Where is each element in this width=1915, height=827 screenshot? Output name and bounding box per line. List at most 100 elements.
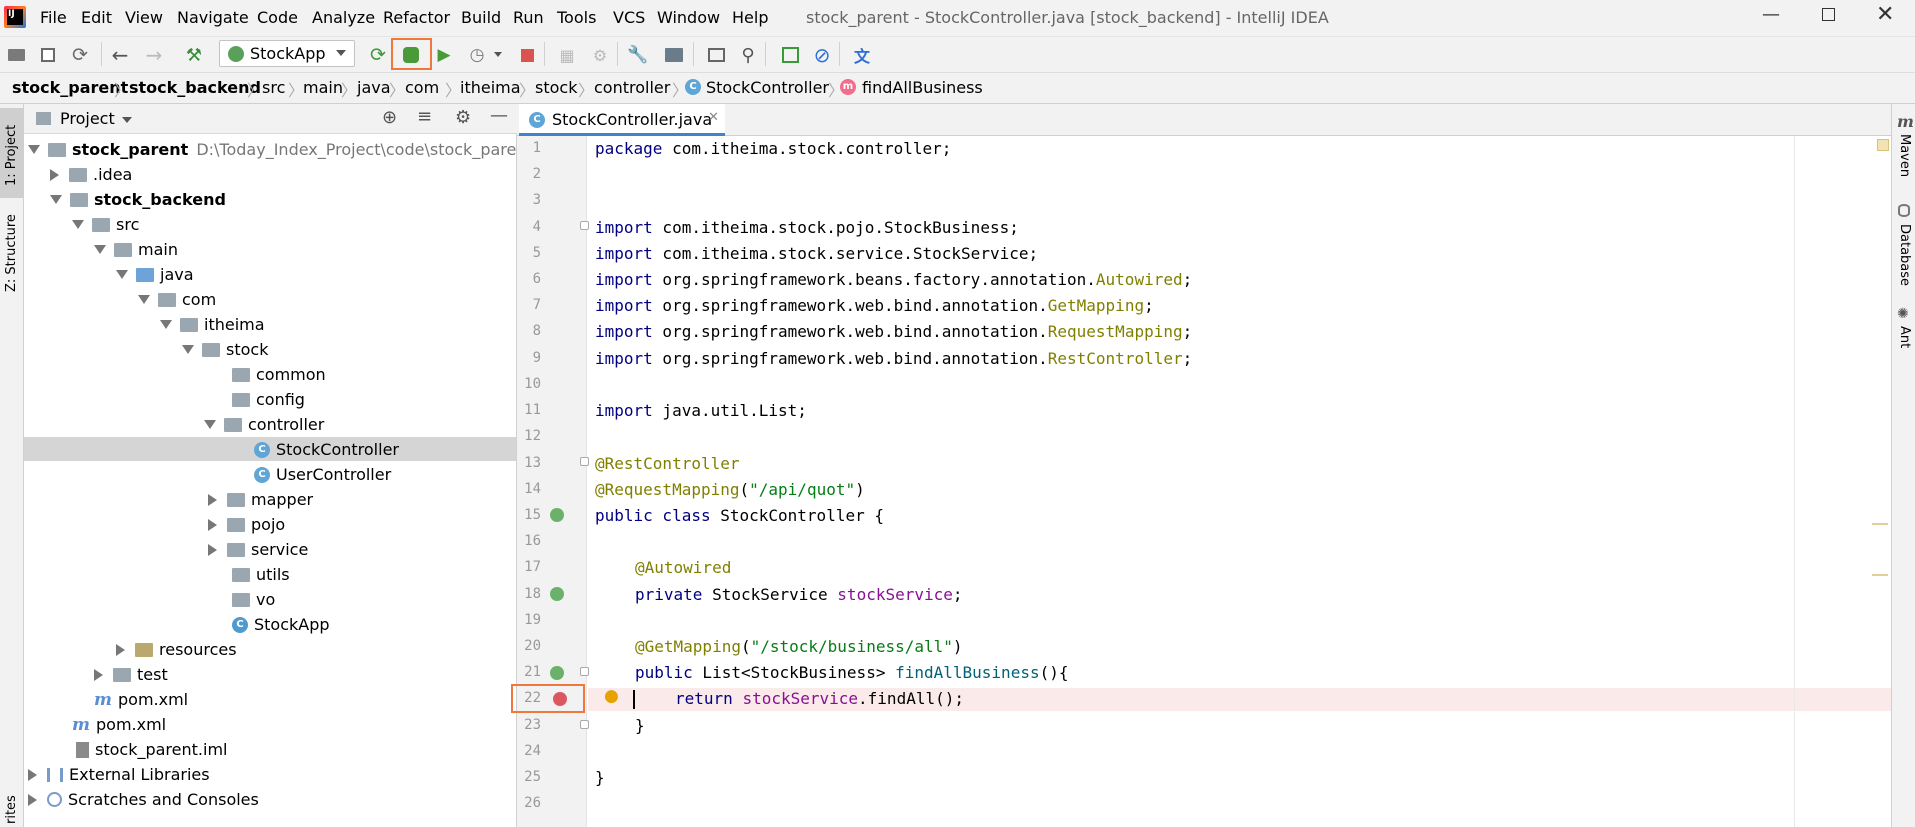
power-save-icon[interactable]: ⊘ <box>811 43 833 67</box>
tree-item-src[interactable]: src <box>72 212 139 237</box>
profile-dropdown-icon[interactable] <box>494 52 502 57</box>
run-config-selector[interactable]: StockApp <box>219 40 355 67</box>
debug-bug-icon[interactable] <box>400 44 422 66</box>
menu-navigate[interactable]: Navigate <box>177 8 249 27</box>
spring-bean-gutter-icon[interactable] <box>550 508 564 522</box>
menu-edit[interactable]: Edit <box>81 8 112 27</box>
menu-code[interactable]: Code <box>257 8 298 27</box>
back-arrow-icon[interactable]: ← <box>109 43 131 67</box>
tree-item-pom-backend[interactable]: m pom.xml <box>94 687 188 712</box>
tree-item-iml[interactable]: stock_parent.iml <box>76 737 227 762</box>
close-icon[interactable]: ✕ <box>1876 2 1894 27</box>
tree-item-itheima[interactable]: itheima <box>160 312 265 337</box>
menu-tools[interactable]: Tools <box>557 8 596 27</box>
code-line-5[interactable]: import com.itheima.stock.service.StockSe… <box>595 244 1038 266</box>
fold-icon[interactable] <box>580 667 589 676</box>
terminal-window-icon[interactable] <box>705 44 727 66</box>
code-line-18[interactable]: private StockService stockService; <box>635 585 963 607</box>
attach-icon[interactable]: ▦ <box>556 44 578 66</box>
build-hammer-icon[interactable]: ⚒ <box>183 44 205 66</box>
code-line-7[interactable]: import org.springframework.web.bind.anno… <box>595 296 1154 318</box>
project-panel-title[interactable]: Project <box>60 109 115 128</box>
menu-vcs[interactable]: VCS <box>613 8 645 27</box>
breadcrumb-item[interactable]: stock_parent <box>12 78 128 97</box>
tree-item-pom-parent[interactable]: m pom.xml <box>72 712 166 737</box>
tree-item-stockapp[interactable]: C StockApp <box>232 612 330 637</box>
activity-monitor-icon[interactable] <box>779 44 801 66</box>
breadcrumb-item[interactable]: StockController <box>706 78 829 97</box>
spring-bean-gutter-icon[interactable] <box>550 587 564 601</box>
tree-item-main[interactable]: main <box>94 237 178 262</box>
ant-tool-label[interactable]: Ant <box>1897 326 1912 348</box>
tree-item-common[interactable]: common <box>232 362 326 387</box>
tree-item-utils[interactable]: utils <box>232 562 290 587</box>
code-line-14[interactable]: @RequestMapping("/api/quot") <box>595 480 865 502</box>
ant-icon[interactable]: ✺ <box>1897 306 1909 322</box>
tree-item-config[interactable]: config <box>232 387 305 412</box>
tree-item-idea[interactable]: .idea <box>50 162 132 187</box>
code-line-23[interactable]: } <box>635 716 645 738</box>
favorites-tool-label[interactable]: rites <box>4 795 19 824</box>
menu-analyze[interactable]: Analyze <box>312 8 375 27</box>
breadcrumb-item[interactable]: com <box>405 78 439 97</box>
tree-item-usercontroller[interactable]: C UserController <box>254 462 391 487</box>
tree-item-resources[interactable]: resources <box>116 637 237 662</box>
tree-item-stock-parent[interactable]: stock_parent D:\Today_Index_Project\code… <box>28 137 533 162</box>
restore-icon[interactable] <box>1822 8 1835 21</box>
editor-tab-stockcontroller[interactable]: C StockController.java ✕ <box>519 104 725 136</box>
collapse-all-icon[interactable]: ≡ <box>417 106 432 127</box>
code-line-4[interactable]: import com.itheima.stock.pojo.StockBusin… <box>595 218 1019 240</box>
fold-icon[interactable] <box>580 720 589 729</box>
rerun-icon[interactable]: ⟳ <box>367 44 389 66</box>
forward-arrow-icon[interactable]: → <box>143 43 165 67</box>
breadcrumb-item[interactable]: main <box>303 78 343 97</box>
fold-icon[interactable] <box>580 221 589 230</box>
code-line-15[interactable]: public class StockController { <box>595 506 884 528</box>
code-line-1[interactable]: package com.itheima.stock.controller; <box>595 139 951 161</box>
code-line-25[interactable]: } <box>595 768 605 790</box>
tree-item-scratches[interactable]: Scratches and Consoles <box>28 787 259 812</box>
tree-item-com[interactable]: com <box>138 287 216 312</box>
project-tool-label[interactable]: 1: Project <box>4 125 19 186</box>
breadcrumb-item[interactable]: stock_backend <box>129 78 261 97</box>
tree-item-test[interactable]: test <box>94 662 168 687</box>
app-logo-icon[interactable]: IJ <box>4 6 26 28</box>
tree-item-external-libraries[interactable]: External Libraries <box>28 762 210 787</box>
inspection-status-icon[interactable] <box>1877 139 1889 151</box>
translate-icon[interactable]: 文 <box>851 44 873 66</box>
sync-icon[interactable]: ⟳ <box>69 44 91 66</box>
structure-tool-label[interactable]: Z: Structure <box>4 214 19 292</box>
breadcrumb-item[interactable]: stock <box>535 78 577 97</box>
breadcrumb-item[interactable]: findAllBusiness <box>862 78 983 97</box>
tree-item-service[interactable]: service <box>208 537 308 562</box>
code-line-21[interactable]: public List<StockBusiness> findAllBusine… <box>635 663 1069 685</box>
save-icon[interactable] <box>37 44 59 66</box>
tree-item-mapper[interactable]: mapper <box>208 487 313 512</box>
database-tool-label[interactable]: Database <box>1897 224 1912 286</box>
maven-icon[interactable]: m <box>1897 112 1914 131</box>
tree-item-pojo[interactable]: pojo <box>208 512 285 537</box>
menu-file[interactable]: File <box>40 8 67 27</box>
settings-wrench-icon[interactable]: 🔧 <box>627 44 649 66</box>
menu-refactor[interactable]: Refactor <box>383 8 450 27</box>
code-line-9[interactable]: import org.springframework.web.bind.anno… <box>595 349 1192 371</box>
spring-endpoint-gutter-icon[interactable] <box>550 666 564 680</box>
code-line-6[interactable]: import org.springframework.beans.factory… <box>595 270 1192 292</box>
breakpoint-icon[interactable] <box>553 692 567 706</box>
run-with-coverage-icon[interactable]: ▶ <box>433 44 455 66</box>
tree-item-controller[interactable]: controller <box>204 412 324 437</box>
tree-item-stockcontroller[interactable]: C StockController <box>254 437 399 462</box>
code-line-11[interactable]: import java.util.List; <box>595 401 807 423</box>
locate-icon[interactable]: ⊕ <box>382 107 397 128</box>
hide-panel-icon[interactable]: — <box>490 105 508 126</box>
code-line-22[interactable]: return stockService.findAll(); <box>675 689 964 711</box>
tree-item-stock-backend[interactable]: stock_backend <box>50 187 226 212</box>
fold-icon[interactable] <box>580 457 589 466</box>
tree-item-java[interactable]: java <box>116 262 194 287</box>
menu-run[interactable]: Run <box>513 8 544 27</box>
code-line-8[interactable]: import org.springframework.web.bind.anno… <box>595 322 1192 344</box>
menu-view[interactable]: View <box>125 8 163 27</box>
maven-tool-label[interactable]: Maven <box>1897 134 1912 177</box>
code-line-13[interactable]: @RestController <box>595 454 740 476</box>
menu-help[interactable]: Help <box>732 8 768 27</box>
